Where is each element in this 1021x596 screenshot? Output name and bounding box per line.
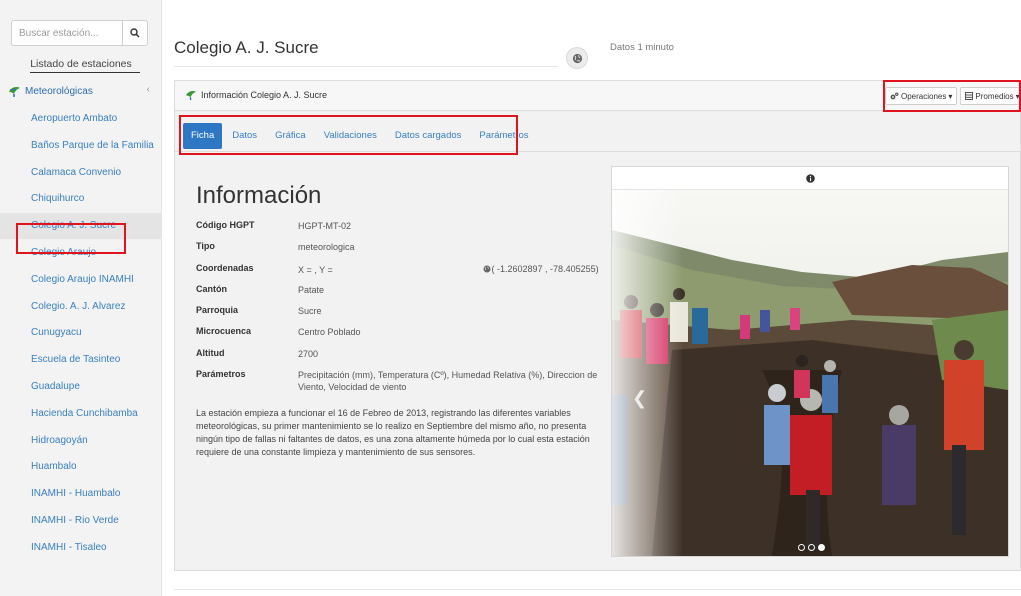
info-row-code: Código HGPT HGPT-MT-02 [196, 218, 606, 239]
field-value: meteorologica [298, 242, 355, 253]
info-row-canton: Cantón Patate [196, 282, 606, 303]
highlight-box-tabs [179, 115, 518, 155]
sidebar-item-station[interactable]: Aeropuerto Ambato [0, 106, 162, 132]
field-value: Sucre [298, 306, 322, 317]
sidebar: Listado de estaciones Meteorológicas ‹ A… [0, 0, 162, 596]
field-label: Cantón [196, 283, 227, 294]
info-row-parameters: Parámetros Precipitación (mm), Temperatur… [196, 367, 606, 399]
photo-carousel: ❮ [611, 166, 1009, 557]
sidebar-item-station[interactable]: Colegio. A. J. Alvarez [0, 294, 162, 320]
panel-title: Información Colegio A. J. Sucre [185, 90, 327, 100]
field-value: Centro Poblado [298, 327, 361, 338]
station-description: La estación empieza a funcionar el 16 de… [196, 408, 590, 457]
divider [174, 66, 558, 67]
tree-leaf-icon [9, 86, 20, 97]
category-label: Meteorológicas [25, 85, 93, 97]
sidebar-item-station[interactable]: Huambalo [0, 454, 162, 480]
field-value: Patate [298, 284, 325, 295]
info-row-altitude: Altitud 2700 [196, 346, 606, 367]
coords-xy: X = , Y = [298, 264, 333, 275]
carousel-dot[interactable] [818, 544, 825, 551]
field-label: Código HGPT [196, 220, 255, 230]
sidebar-item-station[interactable]: Colegio Araujo INAMHI [0, 267, 162, 293]
info-row-type: Tipo meteorologica [196, 239, 606, 260]
field-label: Parroquia [196, 305, 239, 316]
highlight-box-station [16, 223, 126, 254]
category-meteorologicas[interactable]: Meteorológicas ‹ [0, 80, 162, 102]
info-table: Código HGPT HGPT-MT-02 Tipo meteorologica … [196, 218, 606, 399]
info-row-coords: Coordenadas X = , Y = ( -1.2602897 , -78… [196, 261, 606, 282]
search-button[interactable] [122, 20, 148, 46]
field-value: Precipitación (mm), Temperatura (Cº), Hu… [298, 370, 598, 393]
field-label: Tipo [196, 241, 215, 252]
panel-title-text: Información Colegio A. J. Sucre [201, 90, 328, 100]
field-label: Parámetros [196, 369, 246, 380]
field-value: 2700 [298, 348, 319, 359]
field-value: X = , Y = ( -1.2602897 , -78.405255) [298, 261, 606, 276]
field-label: Coordenadas [196, 262, 254, 273]
carousel-indicators [798, 544, 825, 551]
station-photo: ❮ [612, 190, 1008, 556]
map-button[interactable] [566, 47, 588, 69]
sidebar-item-station[interactable]: Hacienda Cunchibamba [0, 401, 162, 427]
info-row-parish: Parroquia Sucre [196, 303, 606, 324]
sidebar-item-station[interactable]: Baños Parque de la Familia [0, 133, 162, 159]
coords-point[interactable]: ( -1.2602897 , -78.405255) [483, 263, 599, 275]
info-row-basin: Microcuenca Centro Poblado [196, 324, 606, 345]
divider [30, 72, 140, 73]
sidebar-item-station[interactable]: Chiquihurco [0, 186, 162, 212]
station-photo-image [612, 190, 1008, 556]
page-title: Colegio A. J. Sucre [174, 38, 319, 57]
sidebar-item-station[interactable]: Calamaca Convenio [0, 160, 162, 186]
carousel-dot[interactable] [808, 544, 815, 551]
sidebar-item-station[interactable]: Hidroagoyán [0, 428, 162, 454]
info-icon[interactable] [805, 173, 815, 183]
divider [174, 589, 1021, 590]
chevron-left-icon[interactable]: ‹ [147, 84, 150, 95]
globe-icon [572, 53, 582, 63]
globe-icon [483, 265, 491, 273]
sidebar-item-station[interactable]: Escuela de Tasinteo [0, 347, 162, 373]
sidebar-item-station[interactable]: INAMHI - Rio Verde [0, 508, 162, 534]
search-icon [130, 28, 140, 38]
carousel-header [612, 167, 1008, 190]
coords-point-text: ( -1.2602897 , -78.405255) [491, 263, 599, 274]
station-list-title: Listado de estaciones [30, 58, 132, 70]
sidebar-item-station[interactable]: Guadalupe [0, 374, 162, 400]
sidebar-item-station[interactable]: INAMHI - Huambalo [0, 481, 162, 507]
info-heading: Información [196, 182, 322, 209]
data-interval-label: Datos 1 minuto [610, 42, 674, 53]
carousel-dot[interactable] [798, 544, 805, 551]
tree-leaf-icon [186, 90, 196, 100]
field-label: Microcuenca [196, 326, 252, 337]
sidebar-item-station[interactable]: INAMHI - Tisaleo [0, 535, 162, 561]
highlight-box-tools [883, 80, 1021, 112]
station-search [11, 20, 148, 46]
field-value: HGPT-MT-02 [298, 221, 352, 231]
carousel-prev-button[interactable]: ❮ [632, 388, 647, 409]
search-input[interactable] [11, 20, 122, 46]
sidebar-item-station[interactable]: Cunugyacu [0, 320, 162, 346]
field-label: Altitud [196, 347, 225, 358]
